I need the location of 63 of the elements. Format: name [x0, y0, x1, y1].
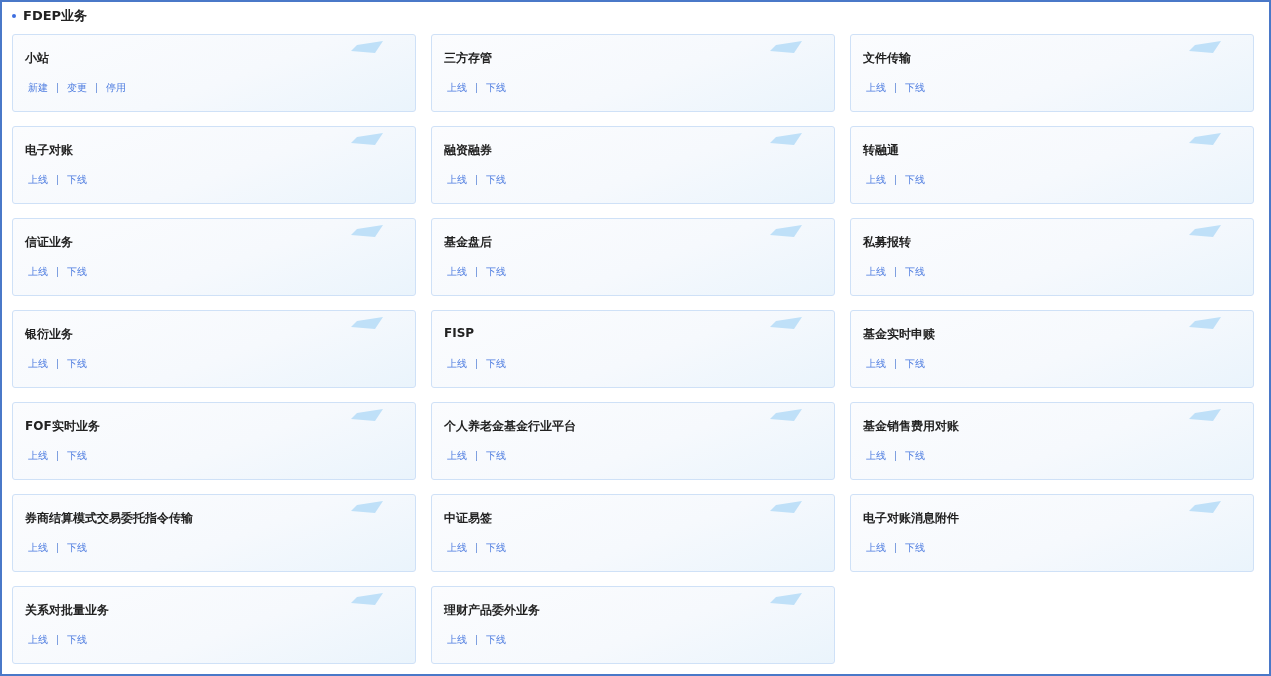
card-title: 文件传输	[863, 50, 912, 66]
action-link[interactable]: 变更	[64, 81, 90, 95]
card-title: FOF实时业务	[25, 418, 101, 434]
action-link[interactable]: 下线	[902, 173, 928, 187]
bullet-icon	[12, 14, 16, 18]
action-link[interactable]: 上线	[25, 265, 51, 279]
action-link[interactable]: 下线	[483, 541, 509, 555]
action-link[interactable]: 上线	[444, 541, 470, 555]
card-title: 基金实时申赎	[863, 326, 936, 342]
card-title: 电子对账消息附件	[863, 510, 960, 526]
action-link[interactable]: 下线	[64, 633, 90, 647]
action-link[interactable]: 下线	[64, 357, 90, 371]
action-link[interactable]: 下线	[902, 541, 928, 555]
action-link[interactable]: 下线	[902, 265, 928, 279]
action-link[interactable]: 上线	[25, 357, 51, 371]
action-link[interactable]: 上线	[25, 633, 51, 647]
card-title: 关系对批量业务	[25, 602, 110, 618]
action-link[interactable]: 停用	[103, 81, 129, 95]
action-link[interactable]: 上线	[863, 81, 889, 95]
card-title: 中证易签	[444, 510, 493, 526]
action-link[interactable]: 下线	[902, 357, 928, 371]
action-link[interactable]: 上线	[25, 541, 51, 555]
card-title: 融资融券	[444, 142, 493, 158]
action-link[interactable]: 上线	[444, 81, 470, 95]
action-link[interactable]: 下线	[483, 173, 509, 187]
card-title: 银衍业务	[25, 326, 74, 342]
action-link[interactable]: 下线	[64, 541, 90, 555]
action-link[interactable]: 上线	[863, 449, 889, 463]
action-link[interactable]: 新建	[25, 81, 51, 95]
action-link[interactable]: 上线	[25, 449, 51, 463]
card-title: 转融通	[863, 142, 900, 158]
card-title: 私募报转	[863, 234, 912, 250]
card-title: 券商结算模式交易委托指令传输	[25, 510, 194, 526]
action-link[interactable]: 下线	[902, 81, 928, 95]
card-title: 理财产品委外业务	[444, 602, 541, 618]
action-link[interactable]: 上线	[444, 449, 470, 463]
action-link[interactable]: 下线	[483, 265, 509, 279]
action-link[interactable]: 上线	[444, 633, 470, 647]
action-link[interactable]: 下线	[483, 81, 509, 95]
action-link[interactable]: 上线	[444, 357, 470, 371]
action-link[interactable]: 下线	[64, 173, 90, 187]
action-link[interactable]: 上线	[863, 357, 889, 371]
card-title: 基金销售费用对账	[863, 418, 960, 434]
action-link[interactable]: 下线	[483, 633, 509, 647]
action-link[interactable]: 上线	[444, 265, 470, 279]
action-link[interactable]: 下线	[64, 449, 90, 463]
action-link[interactable]: 上线	[863, 173, 889, 187]
card-title: 信证业务	[25, 234, 74, 250]
action-link[interactable]: 上线	[863, 265, 889, 279]
action-link[interactable]: 上线	[25, 173, 51, 187]
card-title: 小站	[25, 50, 50, 66]
card-title: 个人养老金基金行业平台	[444, 418, 577, 434]
action-link[interactable]: 上线	[863, 541, 889, 555]
action-link[interactable]: 上线	[444, 173, 470, 187]
action-link[interactable]: 下线	[483, 449, 509, 463]
action-link[interactable]: 下线	[483, 357, 509, 371]
card-title: 电子对账	[25, 142, 74, 158]
card-title: 基金盘后	[444, 234, 493, 250]
section-title: FDEP业务	[23, 7, 88, 25]
action-link[interactable]: 下线	[902, 449, 928, 463]
card-title: 三方存管	[444, 50, 493, 66]
card-title: FISP	[444, 326, 476, 342]
action-link[interactable]: 下线	[64, 265, 90, 279]
